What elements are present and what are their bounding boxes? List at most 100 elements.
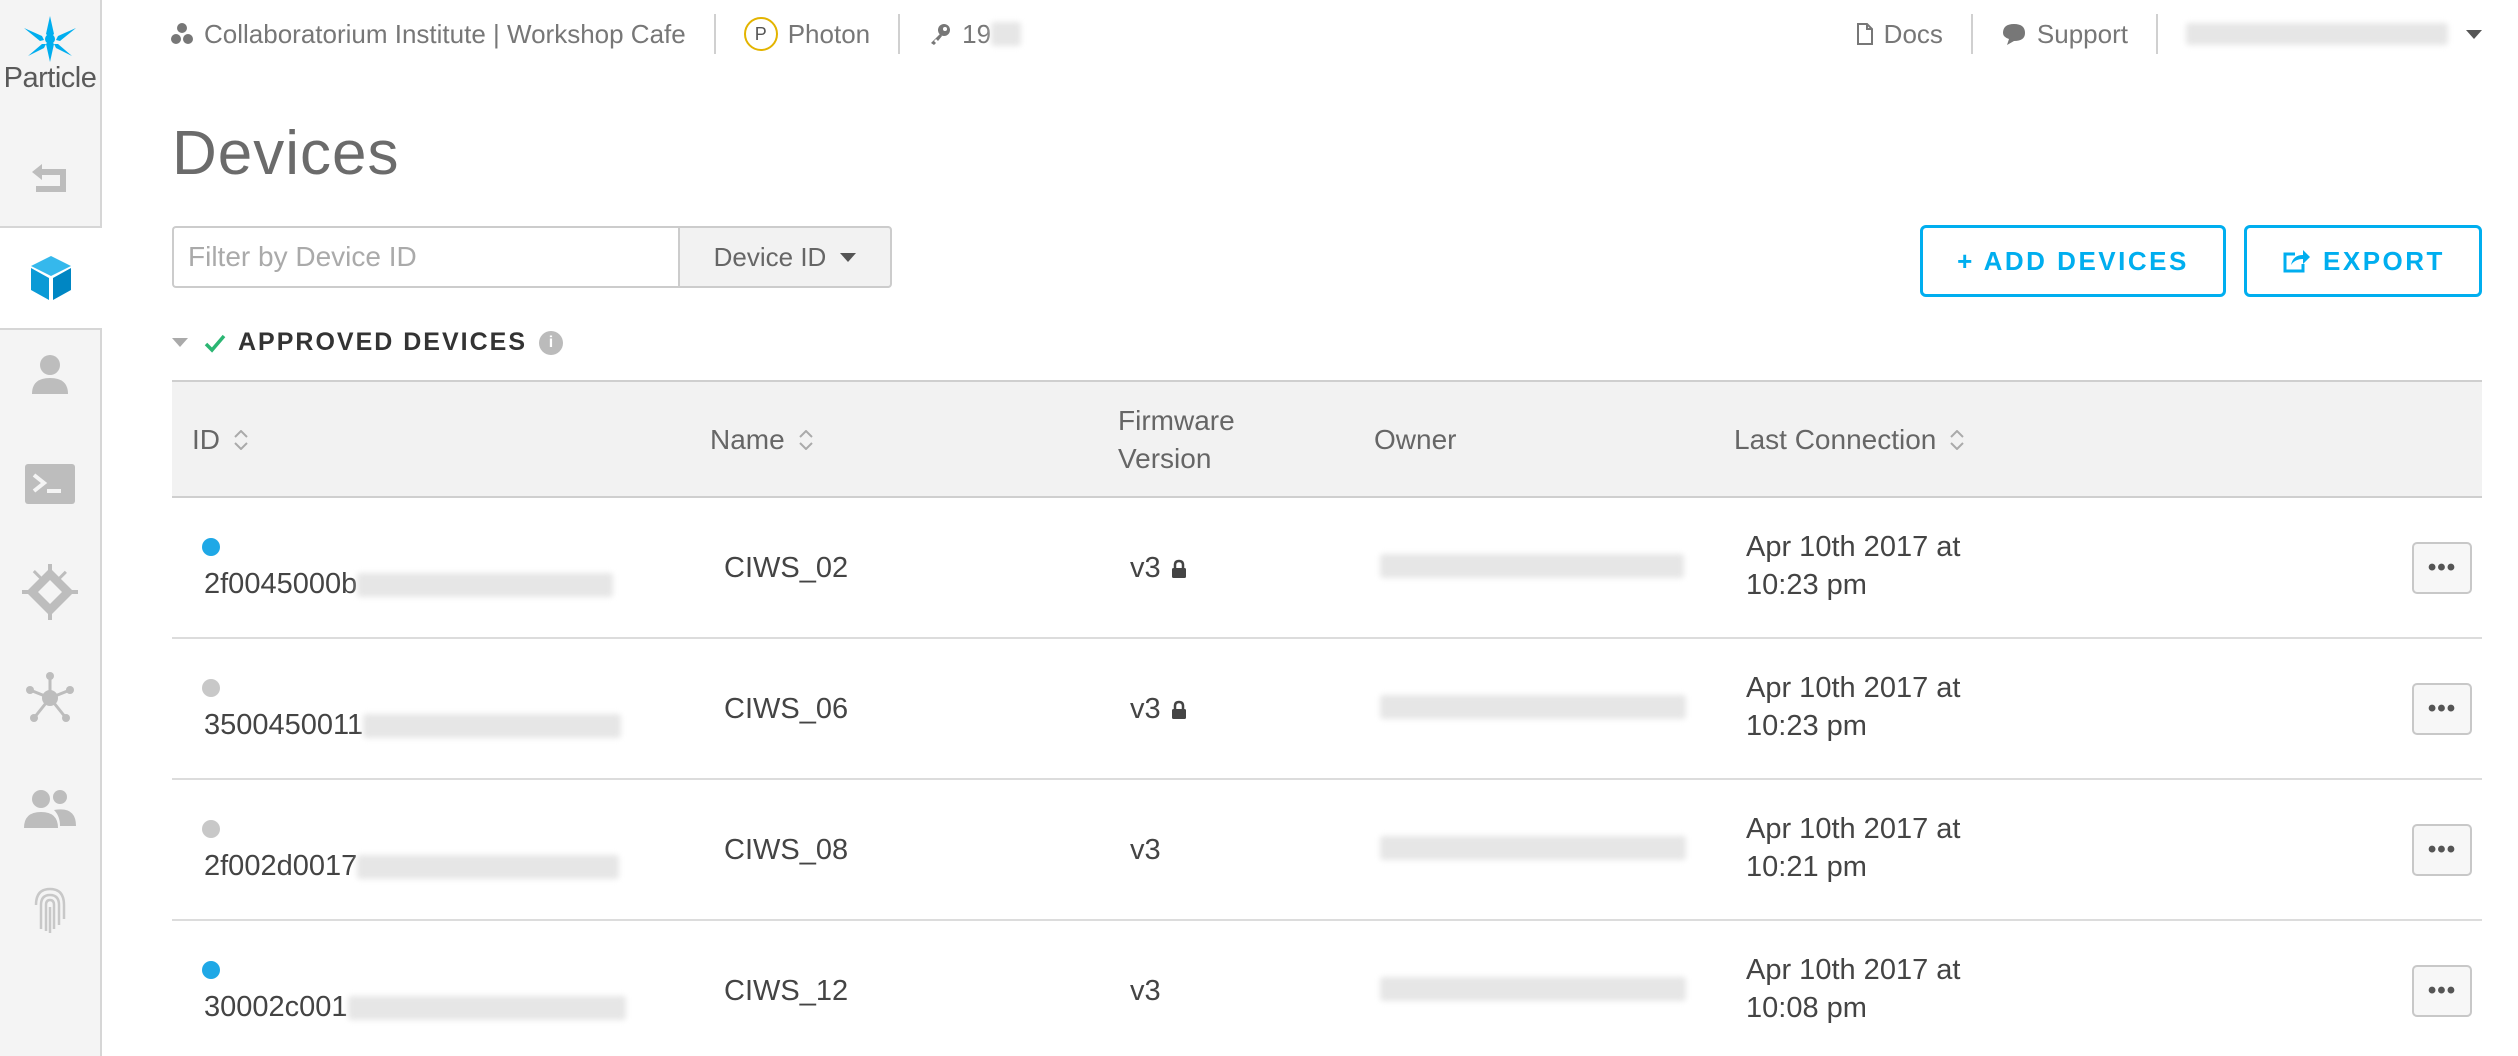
offline-status-icon bbox=[202, 820, 220, 838]
sidebar-item-team[interactable] bbox=[0, 756, 100, 860]
redacted-owner bbox=[1380, 695, 1686, 719]
offline-status-icon bbox=[202, 679, 220, 697]
firmware-value: v3 bbox=[1130, 552, 1161, 584]
organization-switcher[interactable]: Collaboratorium Institute | Workshop Caf… bbox=[170, 19, 686, 50]
chevron-down-icon bbox=[840, 252, 857, 262]
firmware-version: v3 bbox=[1130, 639, 1187, 780]
device-name: CIWS_08 bbox=[724, 834, 849, 866]
column-label: Firmware bbox=[1118, 405, 1235, 436]
column-label: ID bbox=[192, 424, 220, 455]
fingerprint-icon bbox=[34, 887, 66, 933]
firmware-version: v3 bbox=[1130, 780, 1161, 921]
top-bar: Collaboratorium Institute | Workshop Caf… bbox=[170, 0, 2518, 68]
divider bbox=[898, 14, 901, 54]
chip-icon bbox=[22, 564, 78, 620]
last-connection-date: Apr 10th 2017 at bbox=[1746, 954, 1961, 986]
product-switcher[interactable]: P Photon bbox=[743, 17, 870, 51]
export-button[interactable]: EXPORT bbox=[2244, 225, 2482, 297]
firmware-version: v3 bbox=[1130, 921, 1161, 1056]
sidebar-item-back[interactable] bbox=[0, 126, 100, 230]
user-icon bbox=[32, 355, 68, 394]
row-actions-button[interactable]: ••• bbox=[2412, 683, 2472, 735]
last-connection-date: Apr 10th 2017 at bbox=[1746, 531, 1961, 563]
last-connection: Apr 10th 2017 at 10:21 pm bbox=[1746, 810, 1960, 886]
last-connection-time: 10:08 pm bbox=[1746, 992, 1867, 1024]
add-devices-label: + ADD DEVICES bbox=[1957, 245, 2189, 276]
lock-icon bbox=[1171, 559, 1186, 578]
table-row[interactable]: 2f002d0017 CIWS_08 v3 Apr 10th 2017 at 1… bbox=[172, 780, 2482, 921]
redacted-product-id bbox=[991, 22, 1022, 46]
table-row[interactable]: 30002c001 CIWS_12 v3 Apr 10th 2017 at 10… bbox=[172, 921, 2482, 1056]
team-icon bbox=[24, 790, 76, 828]
sidebar-item-console[interactable] bbox=[0, 432, 100, 536]
redacted-account-email bbox=[2186, 23, 2448, 45]
account-menu[interactable] bbox=[2186, 23, 2482, 45]
last-connection: Apr 10th 2017 at 10:08 pm bbox=[1746, 951, 1960, 1027]
checkmark-icon bbox=[204, 334, 226, 353]
key-icon bbox=[931, 24, 951, 45]
redacted-device-id bbox=[363, 713, 622, 738]
sidebar-item-customers[interactable] bbox=[0, 322, 100, 426]
sidebar-item-firmware[interactable] bbox=[0, 540, 100, 644]
photon-badge-icon: P bbox=[743, 17, 778, 51]
divider bbox=[713, 14, 716, 54]
filter-input[interactable] bbox=[172, 226, 678, 288]
last-connection-date: Apr 10th 2017 at bbox=[1746, 672, 1961, 704]
support-label: Support bbox=[2036, 18, 2128, 49]
filter-bar: Device ID bbox=[172, 226, 892, 288]
column-header-last-connection[interactable]: Last Connection bbox=[1734, 382, 1965, 498]
sidebar-item-integrations[interactable] bbox=[0, 646, 100, 750]
product-id-prefix: 19 bbox=[962, 18, 992, 49]
add-devices-button[interactable]: + ADD DEVICES bbox=[1920, 225, 2226, 297]
row-actions-button[interactable]: ••• bbox=[2412, 542, 2472, 594]
row-actions-button[interactable]: ••• bbox=[2412, 965, 2472, 1017]
column-header-id[interactable]: ID bbox=[192, 382, 248, 498]
section-title: APPROVED DEVICES bbox=[238, 328, 528, 356]
info-icon[interactable]: i bbox=[539, 330, 564, 355]
redacted-device-id bbox=[357, 572, 614, 597]
approved-devices-section-toggle[interactable]: APPROVED DEVICES i bbox=[172, 328, 564, 357]
export-icon bbox=[2283, 250, 2311, 273]
organization-icon bbox=[171, 23, 193, 44]
firmware-value: v3 bbox=[1130, 693, 1161, 725]
device-name: CIWS_12 bbox=[724, 975, 849, 1007]
column-header-owner: Owner bbox=[1374, 382, 1456, 498]
column-label: Version bbox=[1118, 443, 1212, 474]
docs-link[interactable]: Docs bbox=[1856, 19, 1943, 50]
last-connection: Apr 10th 2017 at 10:23 pm bbox=[1746, 669, 1960, 745]
table-row[interactable]: 3500450011 CIWS_06 v3 Apr 10th 2017 at 1… bbox=[172, 639, 2482, 780]
collapse-triangle-icon bbox=[172, 338, 188, 347]
brand-name: Particle bbox=[3, 62, 97, 94]
device-id: 2f0045000b bbox=[204, 568, 614, 601]
support-link[interactable]: Support bbox=[2001, 19, 2128, 50]
sidebar-item-authentication[interactable] bbox=[0, 858, 100, 962]
column-label: Name bbox=[710, 424, 785, 455]
filter-field-select[interactable]: Device ID bbox=[678, 226, 892, 288]
firmware-value: v3 bbox=[1130, 975, 1161, 1007]
redacted-device-id bbox=[347, 995, 626, 1020]
chat-bubble-icon bbox=[2002, 24, 2025, 45]
redacted-owner bbox=[1380, 554, 1684, 578]
device-name: CIWS_02 bbox=[724, 552, 849, 584]
last-connection-time: 10:23 pm bbox=[1746, 710, 1867, 742]
sort-icon bbox=[1950, 430, 1965, 450]
table-row[interactable]: 2f0045000b CIWS_02 v3 Apr 10th 2017 at 1… bbox=[172, 498, 2482, 639]
divider bbox=[2156, 14, 2158, 54]
device-id-visible: 3500450011 bbox=[204, 709, 364, 741]
device-id: 3500450011 bbox=[204, 709, 622, 742]
column-header-name[interactable]: Name bbox=[710, 382, 813, 498]
particle-logo[interactable]: Particle bbox=[0, 0, 100, 112]
online-status-icon bbox=[202, 538, 220, 556]
device-id: 2f002d0017 bbox=[204, 850, 620, 883]
sidebar-item-devices[interactable] bbox=[0, 226, 102, 330]
redacted-device-id bbox=[357, 854, 620, 879]
network-icon bbox=[26, 672, 74, 722]
device-id-visible: 2f0045000b bbox=[204, 568, 358, 600]
device-id-visible: 30002c001 bbox=[204, 991, 348, 1023]
last-connection-time: 10:21 pm bbox=[1746, 851, 1867, 883]
product-id: 19 bbox=[928, 18, 1022, 50]
redacted-owner bbox=[1380, 836, 1686, 860]
column-header-firmware: Firmware Version bbox=[1118, 382, 1235, 498]
export-label: EXPORT bbox=[2323, 245, 2445, 276]
row-actions-button[interactable]: ••• bbox=[2412, 824, 2472, 876]
